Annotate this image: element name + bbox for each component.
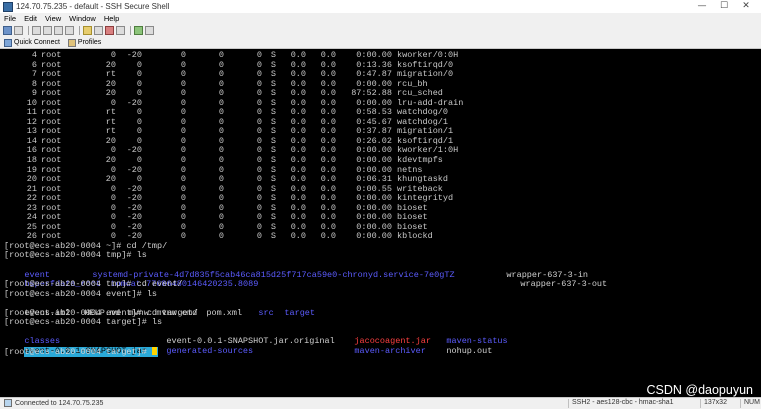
settings-icon[interactable]	[94, 26, 103, 35]
status-bar: Connected to 124.70.75.235 SSH2 - aes128…	[0, 397, 761, 409]
key-icon[interactable]	[116, 26, 125, 35]
process-mem: 0.0	[320, 231, 336, 242]
protocol-status: SSH2 - aes128-cbc - hmac-sha1	[568, 399, 674, 408]
process-time: 0:00.00	[356, 231, 392, 242]
disconnect-icon[interactable]	[105, 26, 114, 35]
menu-file[interactable]: File	[0, 14, 20, 23]
process-cpu: 0.0	[290, 231, 306, 242]
toolbar	[0, 24, 761, 37]
file-entry: wrapper-637-3-out	[520, 279, 608, 290]
process-virt: 0	[180, 107, 186, 118]
quick-connect-button[interactable]: Quick Connect	[4, 38, 60, 47]
terminal-cursor	[151, 346, 157, 355]
help-icon[interactable]	[145, 26, 154, 35]
process-virt: 0	[180, 202, 186, 213]
process-virt: 0	[180, 164, 186, 175]
quick-connect-label: Quick Connect	[14, 39, 60, 46]
terminal-line: [root@ecs-ab20-0004 target]# ls	[4, 317, 163, 328]
process-virt: 0	[180, 126, 186, 137]
connection-icon	[4, 399, 12, 407]
toolbar-separator	[130, 26, 131, 35]
process-virt: 0	[180, 145, 186, 156]
menu-bar: File Edit View Window Help	[0, 13, 761, 24]
file-entry: pom.xml	[206, 307, 243, 318]
terminal-size: 137x32	[700, 399, 727, 408]
close-button[interactable]: ✕	[735, 1, 757, 12]
process-virt: 0	[180, 116, 186, 127]
dir-entry: target	[284, 307, 316, 318]
save-icon[interactable]	[3, 26, 12, 35]
find-icon[interactable]	[65, 26, 74, 35]
dir-entry: src	[258, 307, 274, 318]
connect-icon[interactable]	[134, 26, 143, 35]
menu-view[interactable]: View	[41, 14, 65, 23]
terminal-area[interactable]: 4 root 0 -20 0 0 0 S 0.0 0.0 0:00.00 kworker/0:0H 6 r…	[0, 49, 761, 397]
menu-help[interactable]: Help	[100, 14, 123, 23]
folder-icon	[67, 38, 76, 47]
connection-text: Connected to 124.70.75.235	[15, 399, 104, 407]
dir-entry: maven-archiver	[354, 345, 426, 356]
new-terminal-icon[interactable]	[32, 26, 41, 35]
file-entry: nohup.out	[446, 345, 493, 356]
process-virt: 0	[180, 78, 186, 89]
minimize-button[interactable]: —	[691, 1, 713, 12]
watermark: CSDN @daopuyun	[646, 383, 754, 397]
process-virt: 0	[180, 212, 186, 223]
paste-icon[interactable]	[54, 26, 63, 35]
process-table: 4 root 0 -20 0 0 0 S 0.0 0.0 0:00.00 kworker/0:0H 6 r…	[4, 50, 761, 242]
process-virt: 0	[180, 69, 186, 80]
process-virt: 0	[180, 155, 186, 166]
file-transfer-icon[interactable]	[83, 26, 92, 35]
profiles-label: Profiles	[77, 39, 102, 46]
process-res: 0	[218, 231, 224, 242]
process-virt: 0	[180, 193, 186, 204]
ls-output-line: classes event-0.0.1-SNAPSHOT.jar.original…	[4, 328, 761, 346]
process-cmd: kblockd	[397, 231, 433, 242]
ls-output-line: event systemd-private-4d7d835f5cab46ca815…	[4, 261, 761, 279]
toolbar-separator	[28, 26, 29, 35]
menu-window[interactable]: Window	[65, 14, 100, 23]
profiles-button[interactable]: Profiles	[67, 38, 102, 47]
menu-edit[interactable]: Edit	[20, 14, 41, 23]
computer-icon	[4, 38, 12, 47]
toolbar-separator	[79, 26, 80, 35]
print-icon[interactable]	[14, 26, 23, 35]
connection-status: Connected to 124.70.75.235	[4, 399, 103, 407]
ssh-app-icon	[3, 1, 13, 12]
window-controls: — ☐ ✕	[691, 1, 757, 12]
terminal-line: [root@ecs-ab20-0004 tmp]# ls	[4, 250, 147, 261]
copy-icon[interactable]	[43, 26, 52, 35]
keyboard-status: NUM	[740, 399, 760, 408]
process-virt: 0	[180, 183, 186, 194]
dir-entry: generated-sources	[166, 345, 254, 356]
process-virt: 0	[180, 97, 186, 108]
process-virt: 0	[180, 135, 186, 146]
window-title: 124.70.75.235 - default - SSH Secure She…	[16, 2, 170, 11]
process-s: S	[270, 231, 276, 242]
process-shr: 0	[256, 231, 262, 242]
process-virt: 0	[180, 174, 186, 185]
process-virt: 0	[180, 88, 186, 99]
process-virt: 0	[180, 59, 186, 70]
process-virt: 0	[180, 221, 186, 232]
process-virt: 0	[180, 50, 186, 60]
current-prompt: [root@ecs-ab20-0004 target]#	[4, 346, 152, 357]
maximize-button[interactable]: ☐	[713, 1, 735, 12]
title-bar: 124.70.75.235 - default - SSH Secure She…	[0, 0, 761, 13]
quick-connect-bar: Quick Connect Profiles	[0, 37, 761, 49]
terminal-line: [root@ecs-ab20-0004 event]# ls	[4, 288, 158, 299]
